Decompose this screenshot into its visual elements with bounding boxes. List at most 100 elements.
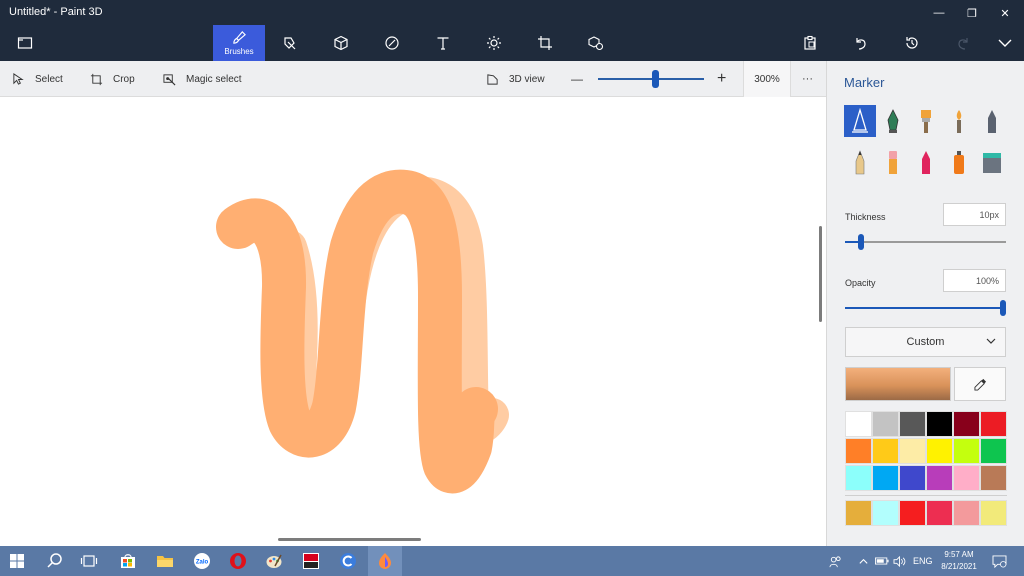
palette-color-swatch[interactable] — [899, 465, 926, 491]
oil-brush-icon — [921, 110, 931, 133]
zalo-app[interactable]: Zalo — [185, 546, 219, 576]
pencil-icon — [855, 150, 865, 175]
opera-app[interactable] — [221, 546, 255, 576]
palette-color-swatch[interactable] — [845, 438, 872, 464]
more-options-button[interactable]: ··· — [802, 61, 813, 97]
tab-text[interactable] — [418, 25, 468, 61]
tab-3d-shapes[interactable] — [316, 25, 366, 61]
select-button[interactable]: Select — [12, 61, 63, 97]
close-button[interactable]: ✕ — [990, 3, 1020, 23]
brush-eraser[interactable] — [877, 146, 909, 178]
custom-color-swatch[interactable] — [953, 500, 980, 526]
tab-2d-shapes[interactable] — [265, 25, 315, 61]
tab-3d-library[interactable] — [571, 25, 621, 61]
brush-pencil[interactable] — [844, 146, 876, 178]
brush-fill[interactable] — [976, 146, 1008, 178]
thickness-slider-track[interactable] — [845, 241, 1006, 243]
palette-color-swatch[interactable] — [845, 465, 872, 491]
brush-watercolor[interactable] — [943, 105, 975, 137]
tab-canvas[interactable] — [520, 25, 570, 61]
search-button[interactable] — [38, 546, 72, 576]
language-indicator[interactable]: ENG — [913, 546, 933, 576]
people-icon[interactable] — [829, 546, 842, 576]
zoom-in-button[interactable]: + — [717, 61, 726, 97]
thickness-input[interactable]: 10px — [943, 203, 1006, 226]
media-app[interactable] — [294, 546, 328, 576]
zoom-slider-track[interactable] — [598, 78, 704, 80]
menu-button[interactable] — [0, 25, 50, 61]
battery-glyph-icon — [875, 557, 889, 565]
palette-color-swatch[interactable] — [953, 411, 980, 437]
file-explorer-app[interactable] — [148, 546, 182, 576]
sun-icon — [487, 36, 501, 50]
paint3d-app[interactable] — [368, 546, 402, 576]
palette-color-swatch[interactable] — [872, 411, 899, 437]
palette-color-swatch[interactable] — [926, 411, 953, 437]
eyedropper-button[interactable] — [954, 367, 1006, 401]
zoom-out-button[interactable]: — — [571, 61, 583, 97]
3d-view-icon — [487, 73, 498, 85]
tab-effects[interactable] — [469, 25, 519, 61]
zoom-percent-field[interactable]: 300% — [743, 61, 791, 97]
undo-button[interactable] — [836, 25, 886, 61]
current-color-swatch[interactable] — [845, 367, 951, 401]
magic-select-button[interactable]: Magic select — [163, 61, 242, 97]
battery-icon[interactable] — [875, 546, 889, 576]
palette-color-swatch[interactable] — [872, 465, 899, 491]
palette-color-swatch[interactable] — [926, 465, 953, 491]
custom-color-swatch[interactable] — [872, 500, 899, 526]
canvas-horizontal-scrollbar[interactable] — [278, 538, 421, 541]
start-button[interactable] — [0, 546, 34, 576]
brush-marker[interactable] — [844, 105, 876, 137]
eraser-icon — [889, 151, 897, 174]
palette-color-swatch[interactable] — [899, 411, 926, 437]
palette-color-swatch[interactable] — [980, 411, 1007, 437]
2d-shapes-icon — [284, 37, 296, 50]
zoom-slider-thumb[interactable] — [652, 70, 659, 88]
custom-color-swatch[interactable] — [845, 500, 872, 526]
palette-color-swatch[interactable] — [845, 411, 872, 437]
tray-expand-icon[interactable] — [858, 546, 869, 576]
brush-oil[interactable] — [910, 105, 942, 137]
speaker-icon — [893, 555, 906, 567]
volume-icon[interactable] — [893, 546, 906, 576]
3d-view-button[interactable]: 3D view — [486, 61, 545, 97]
color-mode-dropdown[interactable]: Custom — [845, 327, 1006, 357]
paint-app[interactable] — [257, 546, 291, 576]
palette-color-swatch[interactable] — [872, 438, 899, 464]
expand-button[interactable] — [980, 25, 1024, 61]
thickness-slider-thumb[interactable] — [858, 234, 865, 250]
store-app[interactable] — [111, 546, 145, 576]
palette-color-swatch[interactable] — [953, 438, 980, 464]
history-button[interactable] — [887, 25, 937, 61]
tab-brushes[interactable]: Brushes — [213, 25, 265, 61]
canvas-vertical-scrollbar[interactable] — [819, 226, 822, 322]
maximize-button[interactable]: ❐ — [957, 3, 987, 23]
magic-select-icon — [163, 73, 176, 85]
task-view-button[interactable] — [72, 546, 106, 576]
custom-color-swatch[interactable] — [899, 500, 926, 526]
file-explorer-icon — [157, 556, 173, 567]
brush-spray-can[interactable] — [943, 146, 975, 178]
palette-color-swatch[interactable] — [980, 465, 1007, 491]
brush-calligraphy-pen[interactable] — [877, 105, 909, 137]
brush-pixel-pen[interactable] — [976, 105, 1008, 137]
taskbar-clock[interactable]: 9:57 AM 8/21/2021 — [934, 549, 984, 573]
opacity-slider-thumb[interactable] — [1000, 300, 1006, 316]
coccoc-app[interactable] — [331, 546, 365, 576]
crop-button[interactable]: Crop — [90, 61, 135, 97]
palette-color-swatch[interactable] — [953, 465, 980, 491]
paste-button[interactable] — [785, 25, 835, 61]
cube-icon — [334, 35, 348, 51]
palette-color-swatch[interactable] — [980, 438, 1007, 464]
brush-crayon[interactable] — [910, 146, 942, 178]
palette-color-swatch[interactable] — [899, 438, 926, 464]
custom-color-swatch[interactable] — [926, 500, 953, 526]
minimize-button[interactable]: — — [924, 3, 954, 23]
opacity-input[interactable]: 100% — [943, 269, 1006, 292]
drawing-canvas[interactable] — [0, 97, 826, 546]
tab-stickers[interactable] — [367, 25, 417, 61]
notifications-button[interactable] — [992, 546, 1007, 576]
custom-color-swatch[interactable] — [980, 500, 1007, 526]
palette-color-swatch[interactable] — [926, 438, 953, 464]
